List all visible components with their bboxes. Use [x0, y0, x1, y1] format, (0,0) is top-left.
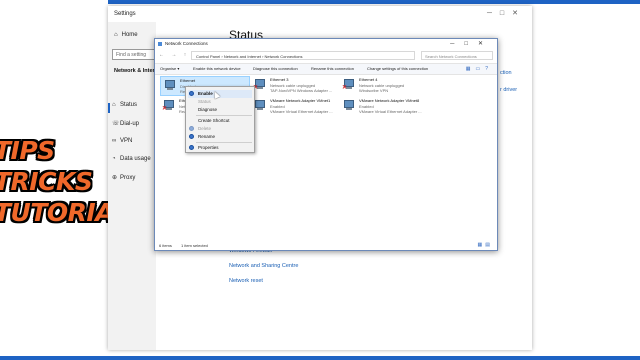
find-setting-input[interactable]: Find a setting [112, 49, 156, 60]
menu-item-status[interactable]: Status [198, 98, 211, 105]
uac-shield-icon [189, 145, 194, 150]
nc-title: Network Connections [165, 41, 208, 46]
nc-status-bar: 6 items 1 item selected ▦▤ [155, 241, 497, 250]
diagnose-button[interactable]: Diagnose this connection [253, 64, 298, 74]
address-row: ← → ↑ Control Panel › Network and Intern… [155, 49, 497, 64]
settings-sidebar: ⌂ Home Find a setting Network & Internet … [108, 22, 163, 350]
menu-separator [196, 142, 252, 143]
nc-window-controls[interactable]: ─□✕ [450, 39, 493, 49]
nc-titlebar: Network Connections ─□✕ [155, 39, 497, 49]
address-bar[interactable]: Control Panel › Network and Internet › N… [191, 51, 415, 60]
globe-icon: ⌂ [112, 102, 116, 108]
settings-window-controls[interactable]: ─□✕ [487, 9, 526, 17]
phone-icon: ☏ [112, 121, 120, 127]
proxy-globe-icon: ⊕ [112, 175, 118, 181]
uac-shield-icon [189, 91, 194, 96]
home-icon: ⌂ [114, 32, 118, 38]
bottom-blue-stripe [0, 356, 640, 360]
menu-item-properties[interactable]: Properties [198, 144, 219, 151]
uac-shield-icon [189, 126, 194, 131]
partial-link-2[interactable]: r driver [500, 87, 517, 93]
change-settings-button[interactable]: Change settings of this connection [367, 64, 428, 74]
organise-button[interactable]: Organise ▾ [160, 64, 179, 74]
sidebar-item-proxy[interactable]: ⊕ Proxy [112, 174, 135, 181]
network-adapter-icon [342, 99, 356, 111]
home-link[interactable]: ⌂ Home [114, 32, 142, 38]
network-reset-link[interactable]: Network reset [229, 278, 263, 284]
home-label: Home [121, 32, 138, 38]
adapter-ethernet-4[interactable]: ✕ Ethernet 4 Network cable unplugged Winds… [340, 76, 430, 96]
adapter-ethernet-3[interactable]: ✕ Ethernet 3 Network cable unplugged TAP-N… [251, 76, 341, 96]
menu-item-rename[interactable]: Rename [198, 133, 215, 140]
network-sharing-centre-link[interactable]: Network and Sharing Centre [229, 263, 298, 269]
menu-item-delete[interactable]: Delete [198, 125, 211, 132]
settings-title: Settings [114, 11, 136, 17]
overlay-line-1: TIPS [0, 136, 55, 165]
adapter-vmnet1[interactable]: VMware Network Adapter VMnet1 Enabled VMwa… [251, 97, 341, 117]
network-adapter-unplugged-icon: ✕ [342, 78, 356, 91]
breadcrumb-network-internet[interactable]: Network and Internet [224, 54, 261, 59]
view-options-icon[interactable]: ▦▭? [466, 64, 493, 74]
rename-button[interactable]: Rename this connection [311, 64, 354, 74]
uac-shield-icon [189, 134, 194, 139]
menu-item-create-shortcut[interactable]: Create Shortcut [198, 117, 230, 124]
breadcrumb-control-panel[interactable]: Control Panel [196, 54, 220, 59]
network-adapter-icon [253, 99, 267, 111]
breadcrumb-network-connections[interactable]: Network Connections [265, 54, 303, 59]
item-count: 6 items [159, 243, 172, 248]
data-usage-icon: ◔ [112, 156, 116, 162]
selected-count: 1 item selected [181, 243, 208, 248]
network-folder-icon [158, 42, 162, 46]
sidebar-item-vpn[interactable]: ∞ VPN [112, 138, 132, 144]
network-adapter-icon [163, 79, 177, 91]
sidebar-item-status[interactable]: ⌂ Status [112, 102, 137, 108]
command-bar: Organise ▾ Enable this network device Di… [155, 64, 497, 75]
partial-link-1[interactable]: ction [500, 70, 512, 76]
overlay-line-3: TUTORIALS [0, 198, 148, 227]
sidebar-item-data-usage[interactable]: ◔ Data usage [112, 156, 151, 162]
sidebar-item-dial-up[interactable]: ☏Dial-up [112, 120, 139, 127]
network-adapter-unplugged-icon: ✕ [162, 99, 176, 112]
overlay-line-2: TRICKS [0, 167, 93, 196]
menu-item-diagnose[interactable]: Diagnose [198, 106, 217, 113]
layout-toggle-icon[interactable]: ▦▤ [478, 241, 493, 250]
selected-indicator [108, 103, 110, 113]
enable-device-button[interactable]: Enable this network device [193, 64, 241, 74]
menu-item-enable[interactable]: Enable [198, 90, 213, 97]
nav-arrows-icon[interactable]: ← → ↑ [159, 52, 189, 58]
nc-search-input[interactable]: Search Network Connections [421, 51, 493, 60]
adapter-vmnet8[interactable]: VMware Network Adapter VMnet8 Enabled VMwa… [340, 97, 430, 117]
menu-separator [196, 115, 252, 116]
network-adapter-unplugged-icon: ✕ [253, 78, 267, 91]
tips-tricks-tutorials-overlay: TIPS TRICKS TUTORIALS [0, 135, 148, 228]
vpn-icon: ∞ [112, 138, 117, 144]
